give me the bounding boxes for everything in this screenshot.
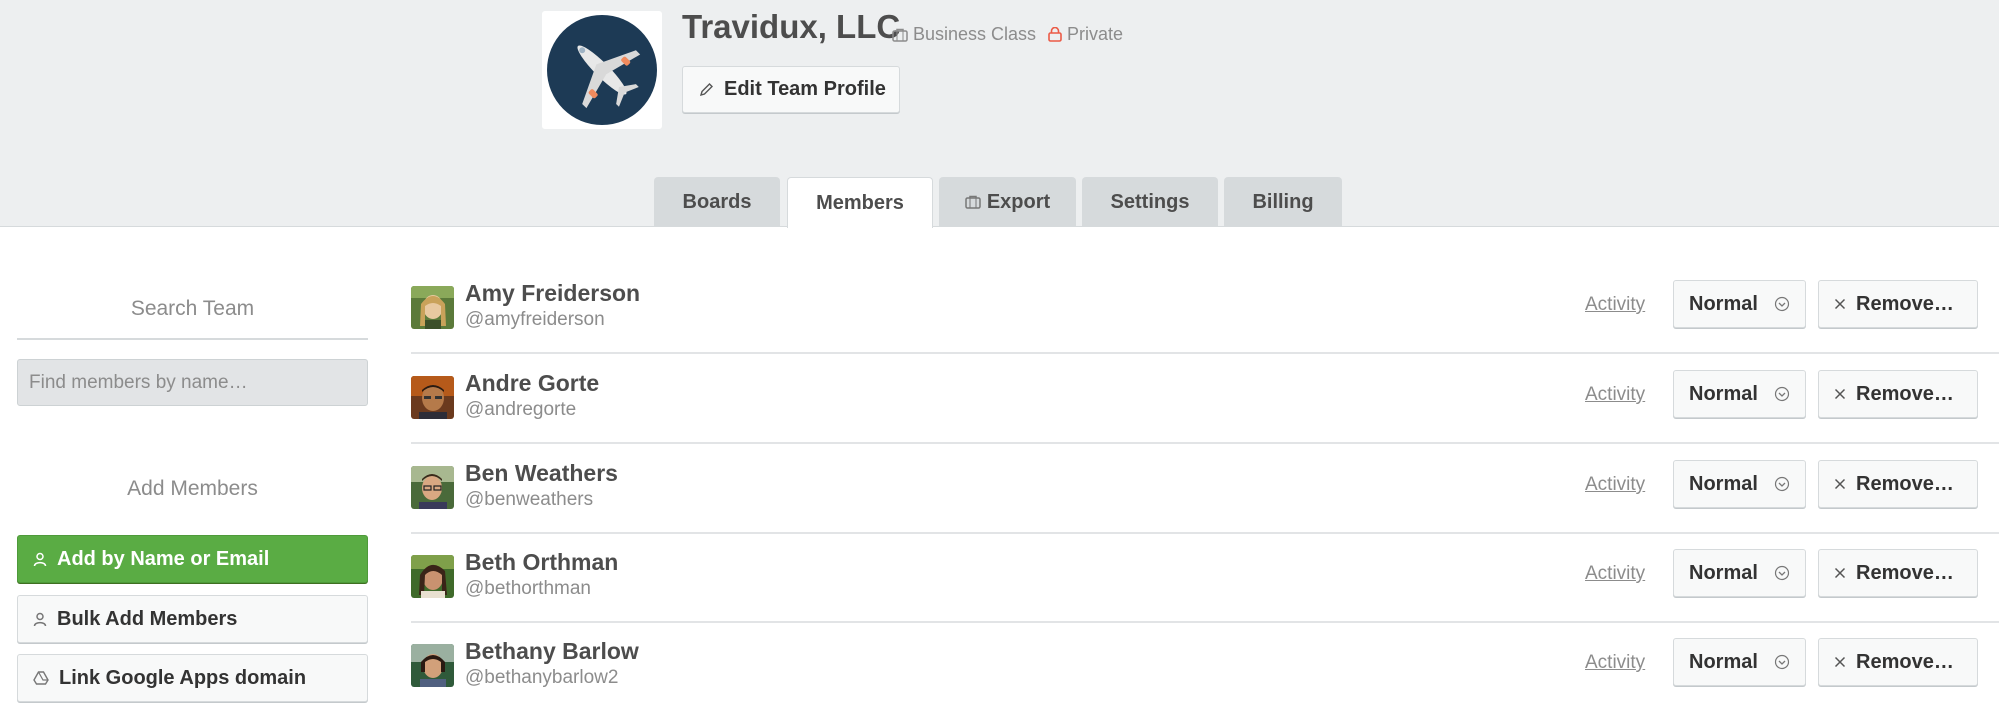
- chevron-down-icon: [1774, 565, 1790, 581]
- permission-label: Normal: [1689, 650, 1758, 673]
- tab-settings-label: Settings: [1110, 190, 1190, 213]
- chevron-down-icon: [1774, 476, 1790, 492]
- search-team-divider: [17, 338, 368, 340]
- member-username: @bethanybarlow2: [465, 667, 619, 688]
- bulk-add-members-label: Bulk Add Members: [57, 607, 238, 630]
- privacy-badge[interactable]: Private: [1048, 24, 1123, 45]
- tab-members-label: Members: [816, 191, 904, 214]
- bulk-add-members-button[interactable]: Bulk Add Members: [17, 595, 368, 643]
- member-username: @benweathers: [465, 489, 594, 510]
- permission-dropdown[interactable]: Normal: [1673, 370, 1806, 418]
- edit-team-profile-button[interactable]: Edit Team Profile: [682, 66, 900, 113]
- link-google-apps-button[interactable]: Link Google Apps domain: [17, 654, 368, 702]
- member-row: Bethany Barlow @bethanybarlow2 Activity …: [411, 624, 1979, 712]
- member-name[interactable]: Amy Freiderson: [465, 280, 640, 307]
- member-username: @amyfreiderson: [465, 309, 605, 330]
- team-header: Travidux, LLC Business Class Private Edi…: [0, 0, 1999, 228]
- airplane-logo-icon: [547, 15, 657, 125]
- briefcase-icon: [965, 195, 981, 209]
- link-google-apps-label: Link Google Apps domain: [59, 666, 307, 689]
- chevron-down-icon: [1774, 296, 1790, 312]
- activity-link[interactable]: Activity: [1585, 294, 1645, 316]
- member-name[interactable]: Bethany Barlow: [465, 638, 639, 665]
- close-icon: [1834, 298, 1846, 310]
- tab-members[interactable]: Members: [787, 177, 933, 228]
- close-icon: [1834, 656, 1846, 668]
- chevron-down-icon: [1774, 386, 1790, 402]
- permission-dropdown[interactable]: Normal: [1673, 549, 1806, 597]
- business-class-badge: Business Class: [892, 24, 1036, 45]
- business-class-label: Business Class: [913, 24, 1037, 44]
- add-by-name-label: Add by Name or Email: [57, 547, 270, 570]
- tab-export[interactable]: Export: [939, 177, 1076, 227]
- activity-link[interactable]: Activity: [1585, 563, 1645, 585]
- avatar[interactable]: [411, 286, 454, 329]
- close-icon: [1834, 567, 1846, 579]
- tab-boards[interactable]: Boards: [654, 177, 780, 227]
- permission-dropdown[interactable]: Normal: [1673, 460, 1806, 508]
- avatar[interactable]: [411, 555, 454, 598]
- member-row: Beth Orthman @bethorthman Activity Norma…: [411, 535, 1999, 623]
- remove-member-button[interactable]: Remove…: [1818, 280, 1978, 328]
- person-icon: [33, 612, 47, 627]
- tab-billing-label: Billing: [1252, 190, 1314, 213]
- chevron-down-icon: [1774, 654, 1790, 670]
- pencil-icon: [699, 82, 714, 97]
- tab-settings[interactable]: Settings: [1082, 177, 1218, 227]
- tab-export-label: Export: [986, 190, 1051, 213]
- remove-label: Remove…: [1856, 382, 1954, 405]
- permission-label: Normal: [1689, 292, 1758, 315]
- row-divider: [411, 442, 1999, 444]
- search-members-input[interactable]: [17, 359, 368, 406]
- activity-link[interactable]: Activity: [1585, 652, 1645, 674]
- person-icon: [33, 552, 47, 567]
- member-row: Amy Freiderson @amyfreiderson Activity N…: [411, 266, 1999, 354]
- member-row: Andre Gorte @andregorte Activity Normal …: [411, 356, 1999, 444]
- team-logo: [542, 11, 662, 129]
- remove-label: Remove…: [1856, 561, 1954, 584]
- google-drive-icon: [33, 671, 49, 685]
- remove-member-button[interactable]: Remove…: [1818, 370, 1978, 418]
- close-icon: [1834, 478, 1846, 490]
- activity-link[interactable]: Activity: [1585, 474, 1645, 496]
- add-by-name-button[interactable]: Add by Name or Email: [17, 535, 368, 583]
- privacy-label: Private: [1067, 24, 1124, 44]
- row-divider: [411, 621, 1999, 623]
- team-name: Travidux, LLC: [682, 8, 901, 45]
- row-divider: [411, 532, 1999, 534]
- permission-dropdown[interactable]: Normal: [1673, 638, 1806, 686]
- remove-label: Remove…: [1856, 472, 1954, 495]
- member-name[interactable]: Beth Orthman: [465, 549, 618, 576]
- search-team-heading: Search Team: [130, 297, 255, 320]
- remove-member-button[interactable]: Remove…: [1818, 460, 1978, 508]
- permission-label: Normal: [1689, 561, 1758, 584]
- avatar[interactable]: [411, 466, 454, 509]
- remove-member-button[interactable]: Remove…: [1818, 638, 1978, 686]
- permission-label: Normal: [1689, 382, 1758, 405]
- briefcase-icon: [892, 28, 908, 42]
- permission-label: Normal: [1689, 472, 1758, 495]
- avatar[interactable]: [411, 376, 454, 419]
- member-username: @andregorte: [465, 399, 577, 420]
- remove-label: Remove…: [1856, 292, 1954, 315]
- member-name[interactable]: Andre Gorte: [465, 370, 599, 397]
- activity-link[interactable]: Activity: [1585, 384, 1645, 406]
- remove-member-button[interactable]: Remove…: [1818, 549, 1978, 597]
- lock-icon: [1048, 27, 1062, 42]
- avatar[interactable]: [411, 644, 454, 687]
- member-row: Ben Weathers @benweathers Activity Norma…: [411, 446, 1999, 534]
- permission-dropdown[interactable]: Normal: [1673, 280, 1806, 328]
- member-name[interactable]: Ben Weathers: [465, 460, 618, 487]
- tab-boards-label: Boards: [682, 190, 752, 213]
- tab-billing[interactable]: Billing: [1224, 177, 1342, 227]
- edit-team-profile-label: Edit Team Profile: [724, 78, 886, 100]
- remove-label: Remove…: [1856, 650, 1954, 673]
- add-members-heading: Add Members: [127, 477, 258, 500]
- member-username: @bethorthman: [465, 578, 591, 599]
- row-divider: [411, 352, 1999, 354]
- close-icon: [1834, 388, 1846, 400]
